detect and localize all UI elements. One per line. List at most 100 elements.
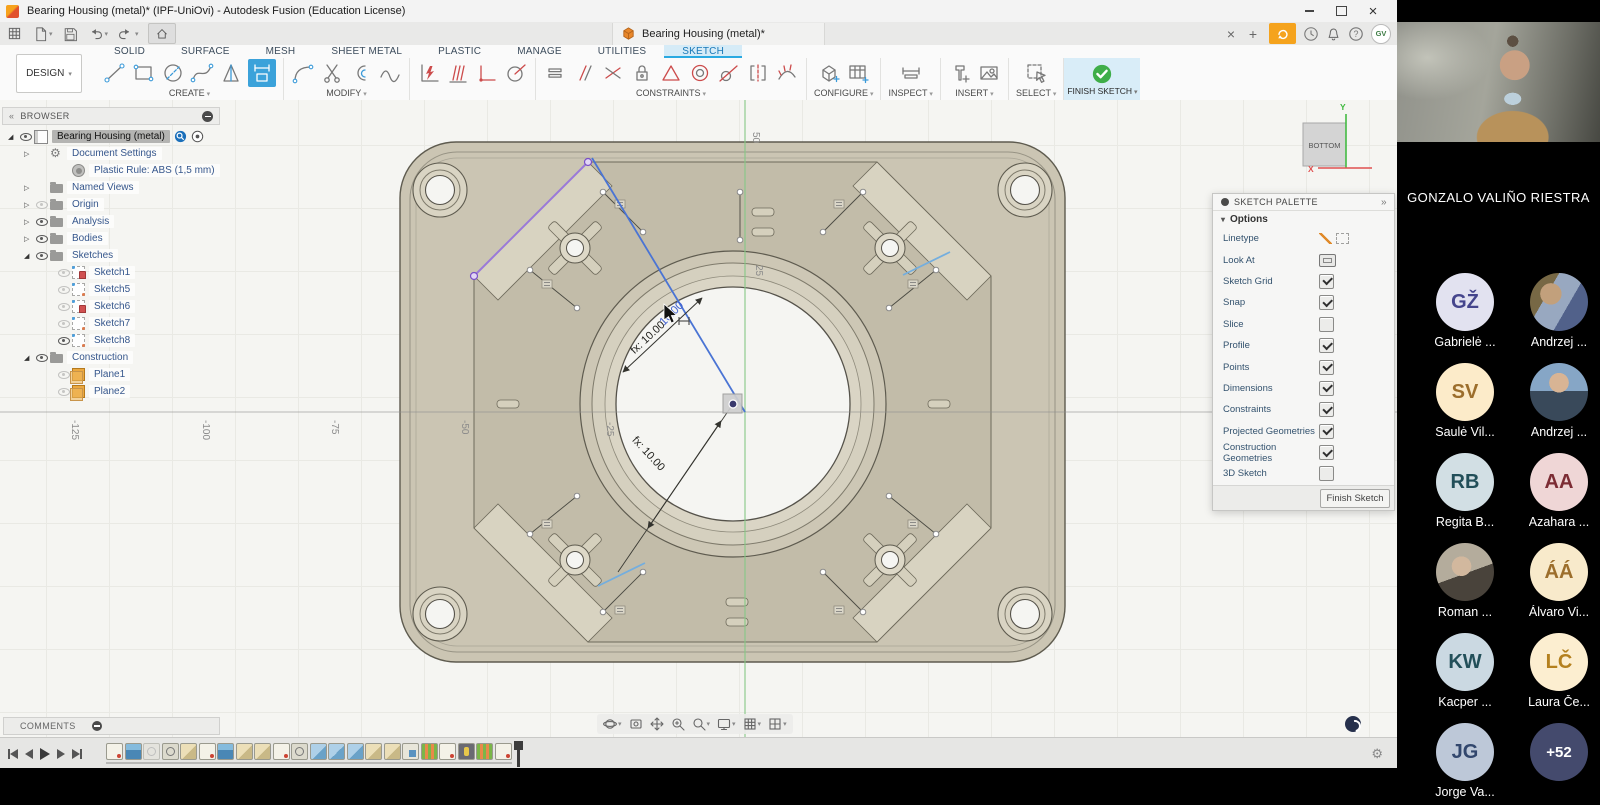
configure-cube-icon[interactable] [817, 61, 841, 85]
display-settings-icon[interactable] [717, 717, 736, 731]
speaker-video-tile[interactable]: GONZALO VALIÑO RIESTRA [1397, 0, 1600, 215]
look-at-icon[interactable] [629, 717, 643, 731]
palette-row-control[interactable] [1319, 402, 1334, 417]
timeline-feature[interactable] [476, 743, 493, 760]
participant-tile[interactable]: GŽ Gabrielė ... [1422, 273, 1508, 363]
step-back-button[interactable] [25, 749, 33, 759]
configure-table-icon[interactable] [846, 61, 870, 85]
comments-bar[interactable]: COMMENTS [3, 717, 220, 735]
ribbon-tab[interactable]: SOLID [96, 45, 163, 58]
grid-settings-icon[interactable] [743, 717, 762, 731]
visibility-eye-icon[interactable] [57, 336, 72, 346]
timeline-feature[interactable] [236, 743, 253, 760]
perpendicular-constraint-icon[interactable] [601, 61, 625, 85]
palette-row-control[interactable] [1319, 338, 1334, 353]
expand-arrow-icon[interactable] [24, 150, 35, 158]
offset-tool-icon[interactable] [349, 61, 373, 85]
timeline-feature[interactable] [254, 743, 271, 760]
viewports-icon[interactable] [768, 717, 787, 731]
activate-radio-icon[interactable] [191, 130, 204, 143]
symmetry-constraint-icon[interactable] [746, 61, 770, 85]
visibility-eye-icon[interactable] [35, 353, 50, 363]
expand-arrow-icon[interactable] [24, 201, 35, 209]
measure-tool-icon[interactable] [899, 61, 923, 85]
timeline-feature[interactable] [180, 743, 197, 760]
visibility-eye-icon[interactable] [35, 217, 50, 227]
job-status-orb-icon[interactable] [1345, 716, 1361, 732]
browser-tree-item[interactable]: Bodies [2, 230, 220, 247]
palette-row-control[interactable] [1319, 381, 1334, 396]
participant-tile[interactable]: Andrzej ... [1516, 363, 1600, 453]
view-cube[interactable]: BOTTOM X Y [1303, 102, 1372, 174]
timeline-feature[interactable] [310, 743, 327, 760]
palette-row-control[interactable] [1319, 317, 1334, 332]
browser-tree-item[interactable]: Named Views [2, 179, 220, 196]
ribbon-tab[interactable]: UTILITIES [580, 45, 664, 58]
timeline-feature[interactable] [162, 743, 179, 760]
minimize-button[interactable] [1293, 1, 1325, 21]
timeline-feature[interactable] [217, 743, 234, 760]
expand-arrow-icon[interactable] [24, 354, 35, 362]
timeline-feature[interactable] [365, 743, 382, 760]
timeline-feature[interactable] [384, 743, 401, 760]
select-tool-icon[interactable] [1024, 61, 1048, 85]
timeline-playhead[interactable] [514, 741, 523, 767]
browser-header[interactable]: BROWSER [2, 107, 220, 125]
ribbon-tab[interactable]: SURFACE [163, 45, 248, 58]
data-panel-icon[interactable] [6, 25, 23, 42]
tangent-constraint-icon[interactable] [717, 61, 741, 85]
browser-root-item[interactable]: Bearing Housing (metal) [2, 128, 220, 145]
ground-badge-icon[interactable] [174, 130, 187, 143]
timeline-feature[interactable] [199, 743, 216, 760]
select-menu[interactable]: SELECT [1016, 88, 1056, 100]
palette-options-section[interactable]: Options [1213, 211, 1394, 228]
trim-scissors-icon[interactable] [320, 61, 344, 85]
tab-close-icon[interactable] [1222, 22, 1240, 45]
rectangle-tool-icon[interactable] [132, 61, 156, 85]
insert-fastener-icon[interactable] [948, 61, 972, 85]
cone-tool-icon[interactable] [219, 61, 243, 85]
expand-arrow-icon[interactable] [24, 252, 35, 260]
finish-sketch-button[interactable]: FINISH SKETCH [1064, 58, 1140, 100]
sketch-scale-icon[interactable] [417, 61, 441, 85]
participant-tile[interactable]: JG Jorge Va... [1422, 723, 1508, 805]
job-status-icon[interactable] [1269, 23, 1296, 44]
browser-tree-item[interactable]: Plastic Rule: ABS (1,5 mm) [2, 162, 220, 179]
workspace-selector[interactable]: DESIGN [16, 54, 82, 93]
timeline-feature[interactable] [347, 743, 364, 760]
horizontal-vertical-constraint-icon[interactable] [543, 61, 567, 85]
browser-tree-item[interactable]: Sketch8 [2, 332, 220, 349]
timeline-feature[interactable] [125, 743, 142, 760]
browser-tree-item[interactable]: Construction [2, 349, 220, 366]
zoom-icon[interactable] [671, 717, 685, 731]
participant-tile[interactable]: SV Saulė Vil... [1422, 363, 1508, 453]
finish-sketch-palette-button[interactable]: Finish Sketch [1320, 489, 1390, 508]
sketch-dimension-tool-active[interactable] [248, 59, 276, 87]
insert-image-icon[interactable] [977, 61, 1001, 85]
arc-radius-icon[interactable] [504, 61, 528, 85]
visibility-eye-icon[interactable] [57, 302, 72, 312]
palette-row-control[interactable] [1319, 360, 1334, 375]
participant-tile[interactable]: AA Azahara ... [1516, 453, 1600, 543]
participant-tile[interactable]: +52 [1516, 723, 1600, 805]
ribbon-tab[interactable]: SKETCH [664, 45, 742, 58]
new-tab-icon[interactable] [1244, 22, 1262, 45]
orbit-icon[interactable] [603, 717, 622, 731]
browser-tree-item[interactable]: Plane1 [2, 366, 220, 383]
timeline-feature[interactable] [421, 743, 438, 760]
participant-tile[interactable]: ÁÁ Álvaro Vi... [1516, 543, 1600, 633]
palette-row-control[interactable] [1319, 232, 1353, 245]
configure-menu[interactable]: CONFIGURE [814, 88, 873, 100]
visibility-eye-icon[interactable] [57, 319, 72, 329]
home-view-button[interactable] [148, 23, 176, 44]
undo-icon[interactable] [87, 25, 109, 42]
circle-tool-icon[interactable] [161, 61, 185, 85]
timeline-feature[interactable] [495, 743, 512, 760]
visibility-eye-icon[interactable] [57, 285, 72, 295]
sketch-palette-header[interactable]: SKETCH PALETTE [1213, 194, 1394, 211]
equal-constraint-icon[interactable] [659, 61, 683, 85]
create-menu[interactable]: CREATE [169, 88, 210, 100]
timeline-feature[interactable] [106, 743, 123, 760]
close-button[interactable] [1357, 1, 1389, 21]
expand-arrow-icon[interactable] [24, 235, 35, 243]
